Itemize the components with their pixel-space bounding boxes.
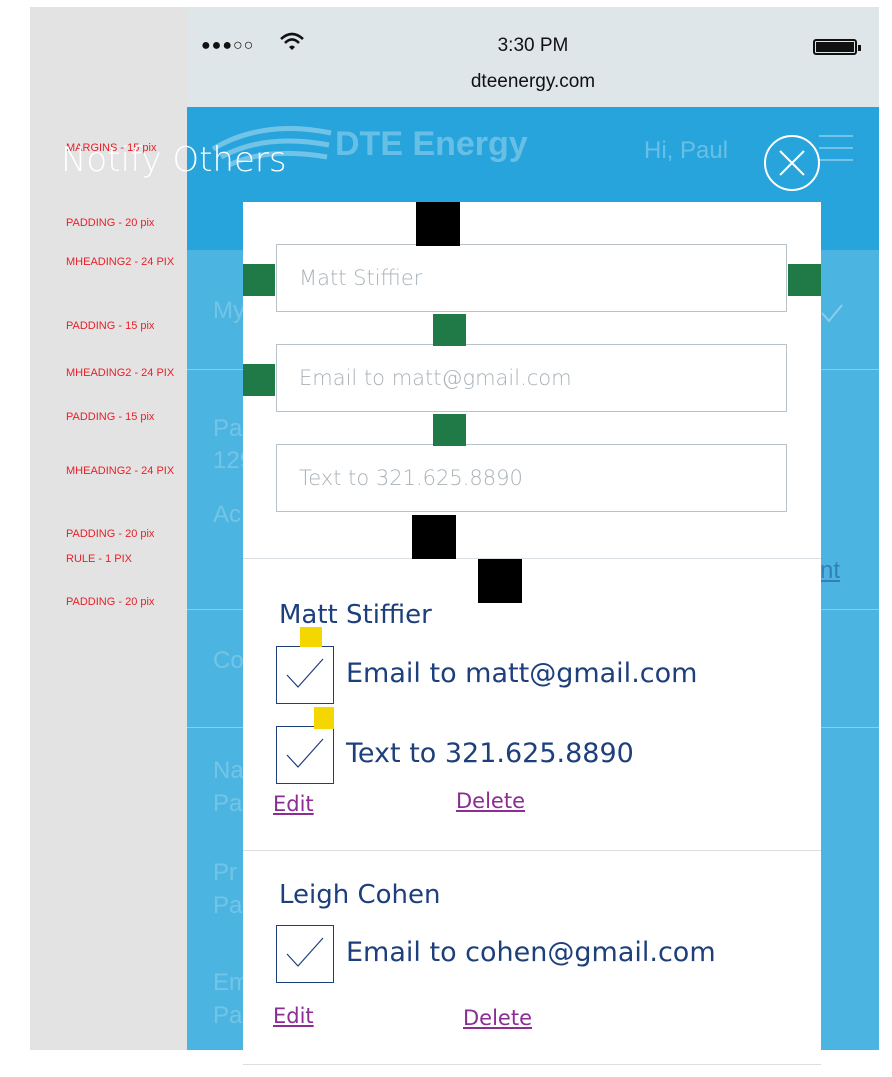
checkmark-icon: [286, 738, 324, 768]
notify-modal: Matt Stiffier Email to matt@gmail.com Te…: [243, 202, 821, 1077]
spacing-marker: [788, 264, 821, 296]
spacing-marker: [416, 202, 460, 246]
bg-row-text: Pa: [213, 892, 243, 919]
address-bar-url[interactable]: dteenergy.com: [187, 71, 879, 93]
spec-note-padding: PADDING - 15 pix: [66, 411, 155, 423]
bg-row-text: Pr: [213, 859, 237, 886]
email-input[interactable]: [277, 345, 786, 411]
status-bar: ●●●○○ 3:30 PM dteenergy.com: [187, 7, 879, 107]
bg-link: nt: [820, 557, 841, 584]
phone-field[interactable]: [276, 444, 787, 512]
notify-option-label: Email to matt@gmail.com: [346, 658, 698, 689]
notify-checkbox[interactable]: [276, 726, 334, 784]
bg-row-text: Na: [213, 757, 244, 784]
contact-name-field[interactable]: [276, 244, 787, 312]
notify-checkbox[interactable]: [276, 646, 334, 704]
email-field[interactable]: [276, 344, 787, 412]
modal-title: Notify Others: [61, 140, 287, 180]
spec-note-padding: PADDING - 15 pix: [66, 320, 155, 332]
spacing-marker: [300, 627, 322, 647]
spec-note-padding: PADDING - 20 pix: [66, 528, 155, 540]
spec-note-padding: PADDING - 20 pix: [66, 217, 155, 229]
battery-icon: [813, 39, 861, 55]
spacing-marker: [243, 264, 275, 296]
notify-option-label: Text to 321.625.8890: [346, 738, 634, 769]
section-divider: [243, 850, 821, 851]
bg-row-text: Pa: [213, 415, 243, 442]
spec-note-heading: MHEADING2 - 24 PIX: [66, 256, 175, 268]
spacing-marker: [433, 314, 466, 346]
spacing-marker: [243, 364, 275, 396]
checkmark-icon: [286, 937, 324, 967]
user-greeting: Hi, Paul: [644, 137, 729, 164]
close-icon: [779, 150, 805, 176]
bg-row-text: Pa: [213, 790, 243, 817]
status-time: 3:30 PM: [497, 35, 569, 56]
bg-row-text: Co: [213, 647, 244, 674]
checkmark-icon: [821, 304, 843, 323]
close-button[interactable]: [764, 135, 820, 191]
spec-note-rule: RULE - 1 PIX: [66, 553, 133, 565]
spec-note-padding: PADDING - 20 pix: [66, 596, 155, 608]
contact-name-input[interactable]: [277, 245, 786, 311]
delete-link[interactable]: Delete: [463, 1006, 532, 1030]
spacing-marker: [412, 515, 456, 559]
notify-checkbox[interactable]: [276, 925, 334, 983]
notify-option-label: Email to cohen@gmail.com: [346, 937, 716, 968]
delete-link[interactable]: Delete: [456, 789, 525, 813]
section-divider: [243, 1064, 821, 1065]
bg-row-text: Ac: [213, 501, 242, 528]
bg-row-text: Pa: [213, 1002, 243, 1029]
spacing-marker: [433, 414, 466, 446]
edit-link[interactable]: Edit: [273, 1004, 314, 1028]
site-logo: DTE Energy: [335, 125, 528, 163]
contact-name: Leigh Cohen: [279, 880, 441, 910]
phone-input[interactable]: [277, 445, 786, 511]
checkmark-icon: [286, 658, 324, 688]
spec-note-heading: MHEADING2 - 24 PIX: [66, 465, 175, 477]
spacing-marker: [314, 707, 334, 729]
spacing-marker: [478, 559, 522, 603]
contact-name: Matt Stiffier: [279, 600, 432, 630]
hamburger-menu-icon: [819, 135, 853, 171]
edit-link[interactable]: Edit: [273, 792, 314, 816]
bg-row-text: My: [213, 297, 245, 324]
spec-note-heading: MHEADING2 - 24 PIX: [66, 367, 175, 379]
section-divider: [243, 558, 821, 559]
